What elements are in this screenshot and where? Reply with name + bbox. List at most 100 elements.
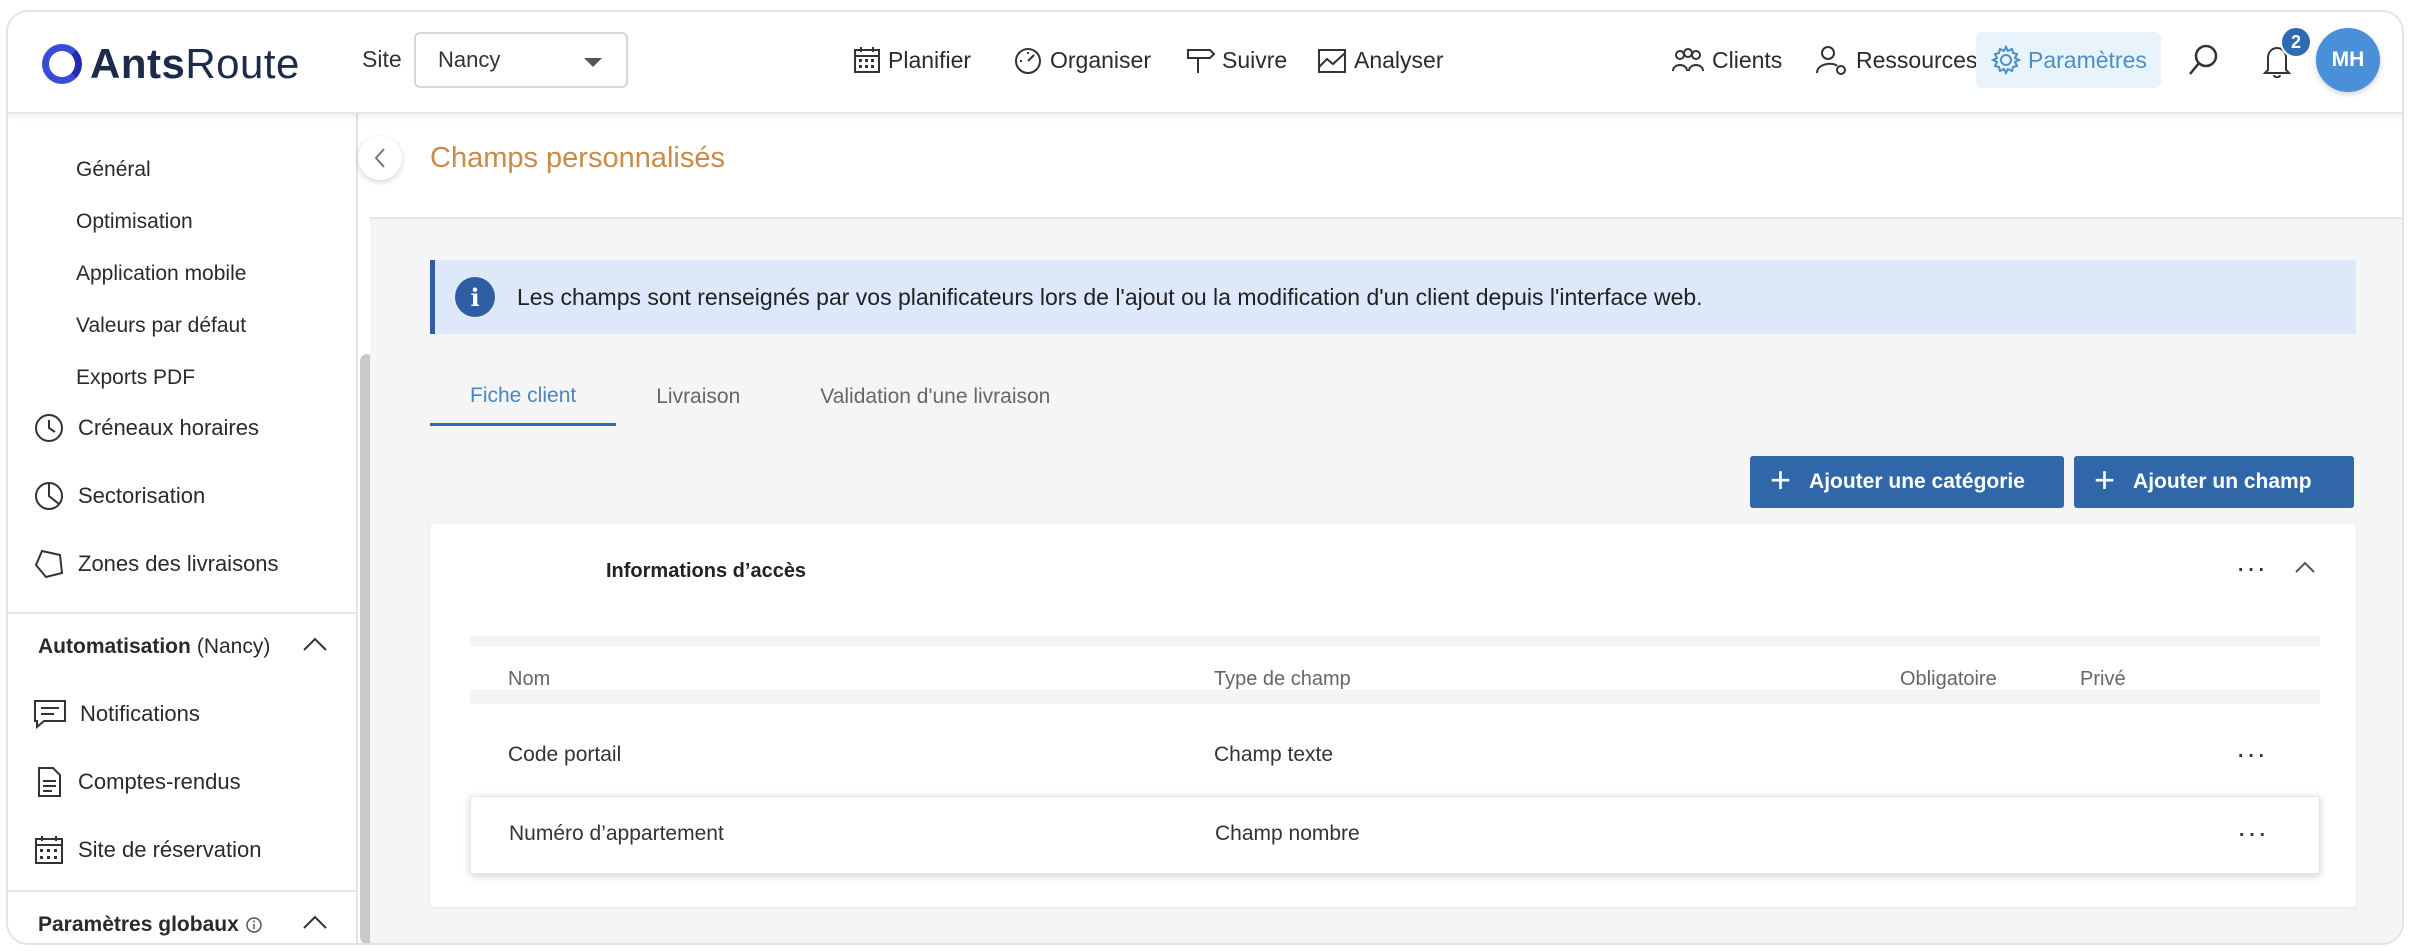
row-more-icon[interactable]: ··· (2236, 740, 2267, 768)
sidebar-item-optimisation[interactable]: Optimisation (76, 210, 193, 234)
clock-icon (35, 414, 63, 442)
site-select[interactable]: Nancy (414, 32, 628, 88)
column-obligatoire: Obligatoire (1900, 668, 1997, 690)
tab-livraison[interactable]: Livraison (616, 368, 780, 426)
section-automatisation[interactable]: Automatisation (Nancy) (8, 612, 358, 680)
info-circle-icon (246, 917, 262, 933)
chart-icon (1318, 49, 1346, 73)
user-gear-icon (1816, 46, 1846, 75)
sidebar-item-valeurs-defaut[interactable]: Valeurs par défaut (76, 314, 246, 338)
field-type: Champ nombre (1215, 822, 1360, 845)
tab-fiche-client[interactable]: Fiche client (430, 368, 617, 426)
nav-parametres[interactable]: Paramètres (1976, 32, 2161, 88)
add-category-button[interactable]: + Ajouter une catégorie (1750, 456, 2064, 508)
table-header (470, 636, 2320, 704)
top-bar: AntsRoute Site Nancy Planifier Organiser… (8, 12, 2402, 114)
plus-icon: + (1770, 459, 1792, 500)
row-more-icon[interactable]: ··· (2237, 819, 2268, 847)
sidebar-item-exports-pdf[interactable]: Exports PDF (76, 366, 195, 390)
table-row[interactable]: Code portail Champ texte ··· (470, 718, 2320, 796)
table-row[interactable]: Numéro d’appartement Champ nombre ··· (470, 796, 2320, 874)
nav-analyser[interactable]: Analyser (1316, 32, 1443, 88)
antsroute-logo[interactable]: AntsRoute (42, 36, 300, 92)
sidebar-item-application-mobile[interactable]: Application mobile (76, 262, 246, 286)
calendar-icon (35, 836, 63, 864)
chevron-up-icon[interactable] (302, 636, 328, 652)
sidebar-item-creneaux-label: Créneaux horaires (78, 415, 259, 440)
nav-planifier[interactable]: Planifier (852, 32, 971, 88)
avatar[interactable]: MH (2316, 28, 2380, 92)
nav-planifier-label: Planifier (888, 46, 972, 73)
info-icon: i (455, 277, 495, 317)
nav-ressources-label: Ressources (1856, 46, 1978, 73)
category-more-icon[interactable]: ··· (2236, 554, 2267, 582)
column-nom: Nom (508, 668, 551, 690)
chevron-up-icon[interactable] (302, 914, 328, 930)
collapse-sidebar-button[interactable] (358, 136, 402, 180)
column-prive: Privé (2080, 668, 2126, 690)
nav-suivre-label: Suivre (1222, 46, 1288, 73)
gauge-icon (1015, 48, 1041, 74)
sidebar-item-comptes-rendus-label: Comptes-rendus (78, 769, 241, 794)
chevron-left-icon (374, 148, 385, 168)
search-icon[interactable] (2186, 42, 2222, 83)
add-field-button[interactable]: + Ajouter un champ (2074, 456, 2354, 508)
add-category-label: Ajouter une catégorie (1809, 470, 2025, 493)
polygon-icon (34, 549, 64, 579)
sidebar-item-creneaux[interactable]: Créneaux horaires (32, 408, 259, 448)
nav-organiser-label: Organiser (1050, 46, 1151, 73)
chevron-down-icon (584, 58, 602, 67)
nav-ressources[interactable]: Ressources (1814, 32, 1977, 88)
nav-clients[interactable]: Clients (1670, 32, 1782, 88)
section-automatisation-title: Automatisation (38, 635, 191, 658)
category-panel: Informations d’accès ··· Nom Type de cha… (430, 524, 2356, 907)
page-header: Champs personnalisés (370, 114, 2402, 219)
nav-organiser[interactable]: Organiser (1012, 32, 1151, 88)
logo-icon (42, 44, 82, 84)
chevron-up-icon[interactable] (2294, 560, 2316, 574)
field-name: Numéro d’appartement (509, 822, 724, 845)
sidebar-item-sectorisation-label: Sectorisation (78, 483, 206, 508)
field-name: Code portail (508, 743, 622, 766)
gear-icon (1990, 44, 2022, 76)
site-label: Site (362, 46, 402, 72)
info-banner-text: Les champs sont renseignés par vos plani… (517, 283, 1703, 310)
message-icon (34, 700, 66, 730)
section-parametres-globaux-title: Paramètres globaux (38, 913, 239, 936)
nav-clients-label: Clients (1712, 46, 1783, 73)
sidebar-item-comptes-rendus[interactable]: Comptes-rendus (32, 762, 241, 802)
info-banner: i Les champs sont renseignés par vos pla… (430, 260, 2356, 334)
page-title: Champs personnalisés (430, 142, 725, 174)
sidebar: Général Optimisation Application mobile … (8, 114, 374, 943)
tabs: Fiche client Livraison Validation d'une … (430, 368, 1090, 426)
section-automatisation-site: (Nancy) (196, 635, 271, 658)
notification-count-badge: 2 (2280, 26, 2312, 58)
nav-analyser-label: Analyser (1354, 46, 1444, 73)
field-type: Champ texte (1214, 743, 1334, 766)
sidebar-item-notifications-label: Notifications (80, 701, 200, 726)
tab-validation-livraison[interactable]: Validation d'une livraison (780, 368, 1090, 426)
nav-parametres-label: Paramètres (2028, 46, 2147, 73)
add-field-label: Ajouter un champ (2133, 470, 2312, 493)
sidebar-item-site-reservation-label: Site de réservation (78, 837, 262, 862)
plus-icon: + (2094, 459, 2116, 500)
pie-icon (35, 482, 63, 510)
sidebar-item-general[interactable]: Général (76, 158, 151, 182)
category-title: Informations d’accès (606, 560, 807, 582)
main-content: Champs personnalisés i Les champs sont r… (370, 114, 2402, 943)
sidebar-item-sectorisation[interactable]: Sectorisation (32, 476, 205, 516)
calendar-icon (854, 47, 880, 73)
site-select-value: Nancy (438, 47, 501, 72)
sidebar-item-zones[interactable]: Zones des livraisons (32, 544, 279, 584)
sidebar-item-notifications[interactable]: Notifications (32, 694, 200, 734)
users-icon (1672, 48, 1704, 72)
signpost-icon (1187, 49, 1216, 73)
document-icon (38, 767, 61, 797)
logo-text: AntsRoute (90, 40, 300, 87)
section-parametres-globaux[interactable]: Paramètres globaux (8, 890, 358, 943)
column-type: Type de champ (1214, 668, 1351, 690)
app-window: AntsRoute Site Nancy Planifier Organiser… (6, 10, 2404, 945)
nav-suivre[interactable]: Suivre (1184, 32, 1287, 88)
sidebar-item-site-reservation[interactable]: Site de réservation (32, 830, 261, 870)
sidebar-item-zones-label: Zones des livraisons (78, 551, 279, 576)
